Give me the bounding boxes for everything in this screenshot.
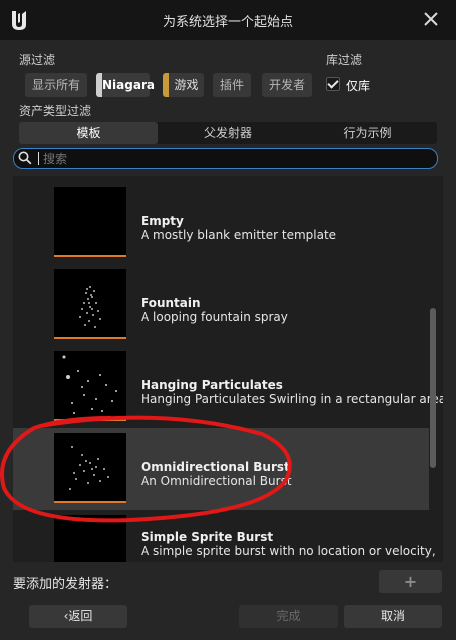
tab-behavior-examples[interactable]: 行为示例 bbox=[298, 122, 437, 144]
filter-plugin-button[interactable]: 插件 bbox=[213, 73, 251, 97]
emitter-name: Omnidirectional Burst bbox=[141, 460, 290, 474]
search-icon bbox=[18, 151, 32, 165]
emitter-description: A mostly blank emitter template bbox=[141, 228, 337, 242]
add-emitter-button[interactable]: + bbox=[379, 570, 442, 593]
emitters-to-add-label: 要添加的发射器： bbox=[13, 577, 118, 592]
search-input[interactable] bbox=[38, 150, 433, 167]
hanging-particulates-preview bbox=[62, 355, 117, 414]
back-button[interactable]: ‹返回 bbox=[29, 605, 127, 628]
list-item-omnidirectional-burst[interactable]: Omnidirectional Burst An Omnidirectional… bbox=[13, 428, 429, 510]
source-filter-label: 源过滤 bbox=[19, 53, 56, 67]
library-only-label: 仅库 bbox=[346, 79, 371, 93]
filter-developer-label: 开发者 bbox=[268, 78, 305, 92]
emitter-description: A looping fountain spray bbox=[141, 310, 288, 324]
cancel-button[interactable]: 取消 bbox=[344, 605, 442, 628]
omnidirectional-burst-preview bbox=[69, 446, 109, 490]
filter-show-all-label: 显示所有 bbox=[31, 78, 80, 92]
list-item-fountain[interactable]: Fountain A looping fountain spray bbox=[13, 264, 429, 346]
library-only-checkbox[interactable] bbox=[326, 77, 340, 91]
list-scrollbar[interactable] bbox=[430, 308, 436, 468]
emitter-name: Fountain bbox=[141, 296, 201, 310]
filter-show-all-button[interactable]: 显示所有 bbox=[25, 73, 87, 97]
emitter-description: An Omnidirectional Burst bbox=[141, 474, 292, 488]
emitter-name: Hanging Particulates bbox=[141, 378, 283, 392]
emitter-thumbnail bbox=[54, 351, 126, 421]
emitter-name: Simple Sprite Burst bbox=[141, 530, 274, 544]
filter-game-button[interactable]: 游戏 bbox=[163, 73, 204, 97]
close-icon[interactable] bbox=[421, 8, 441, 30]
emitter-thumbnail bbox=[54, 269, 126, 339]
done-button[interactable]: 完成 bbox=[239, 605, 338, 628]
filter-niagara-label: Niagara bbox=[102, 78, 155, 92]
emitter-thumbnail bbox=[54, 515, 126, 562]
filter-color-bar bbox=[163, 73, 169, 97]
library-filter-label: 库过滤 bbox=[326, 53, 363, 67]
asset-type-tabs: 模板 父发射器 行为示例 bbox=[19, 122, 437, 144]
tab-templates[interactable]: 模板 bbox=[19, 122, 158, 144]
text-caret bbox=[38, 152, 39, 165]
emitter-name: Empty bbox=[141, 214, 184, 228]
filter-plugin-label: 插件 bbox=[219, 78, 244, 92]
search-box[interactable] bbox=[13, 148, 438, 169]
list-item-simple-sprite-burst[interactable]: Simple Sprite Burst A simple sprite burs… bbox=[13, 510, 436, 562]
tab-parent-emitters[interactable]: 父发射器 bbox=[158, 122, 298, 144]
emitter-description: A simple sprite burst with no location o… bbox=[141, 544, 436, 558]
emitter-thumbnail bbox=[54, 433, 126, 503]
filter-game-label: 游戏 bbox=[174, 78, 199, 92]
emitter-list[interactable]: Empty A mostly blank emitter template Fo… bbox=[13, 176, 443, 562]
list-item-empty[interactable]: Empty A mostly blank emitter template bbox=[13, 182, 429, 264]
fountain-preview bbox=[79, 286, 101, 328]
filter-niagara-button[interactable]: Niagara bbox=[96, 73, 155, 97]
emitter-thumbnail bbox=[54, 187, 126, 257]
asset-type-filter-label: 资产类型过滤 bbox=[19, 104, 92, 118]
emitter-description: Hanging Particulates Swirling in a recta… bbox=[141, 392, 443, 406]
back-label: 返回 bbox=[68, 609, 93, 623]
filter-developer-button[interactable]: 开发者 bbox=[262, 73, 312, 97]
title-bar: 为系统选择一个起始点 bbox=[0, 0, 456, 40]
window-title: 为系统选择一个起始点 bbox=[162, 15, 293, 30]
list-item-hanging-particulates[interactable]: Hanging Particulates Hanging Particulate… bbox=[13, 346, 443, 428]
filter-color-bar bbox=[96, 73, 102, 97]
